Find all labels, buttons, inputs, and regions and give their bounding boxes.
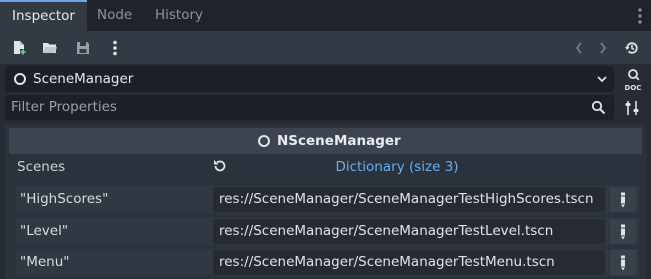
entry-value-field[interactable]: res://SceneManager/SceneManagerTestLevel… (213, 219, 605, 244)
property-options-icon[interactable] (622, 98, 642, 118)
filter-placeholder: Filter Properties (11, 99, 117, 115)
dock-tab-bar: Inspector Node History (0, 0, 651, 31)
entry-key: "Level" (20, 223, 69, 239)
load-resource-icon[interactable] (40, 38, 60, 58)
search-icon (591, 100, 606, 119)
more-menu-icon[interactable] (105, 38, 125, 58)
open-documentation-icon[interactable]: DOC (620, 66, 646, 92)
revert-icon[interactable] (212, 158, 228, 178)
svg-text:DOC: DOC (625, 84, 642, 92)
pencil-icon (621, 224, 625, 240)
node-icon (14, 73, 26, 85)
tab-history-label: History (155, 7, 204, 23)
dock-menu-icon[interactable] (637, 7, 643, 25)
entry-value: res://SceneManager/SceneManagerTestHighS… (219, 191, 594, 207)
tab-inspector-label: Inspector (12, 8, 75, 24)
entry-key: "Menu" (20, 254, 70, 270)
dictionary-entry: "HighScores" res://SceneManager/SceneMan… (16, 186, 639, 213)
entry-value: res://SceneManager/SceneManagerTestLevel… (219, 223, 554, 239)
object-name: SceneManager (33, 71, 134, 87)
section-title: NSceneManager (277, 133, 401, 149)
inspector-toolbar (0, 31, 651, 64)
save-icon[interactable] (73, 38, 93, 58)
dictionary-toggle[interactable]: Dictionary (size 3) (210, 156, 584, 178)
dictionary-summary: Dictionary (size 3) (335, 159, 459, 175)
section-header[interactable]: NSceneManager (9, 128, 642, 154)
entry-value-field[interactable]: res://SceneManager/SceneManagerTestHighS… (213, 187, 605, 212)
pencil-icon (621, 192, 625, 208)
filter-properties-input[interactable]: Filter Properties (5, 95, 614, 120)
node-icon (258, 135, 270, 147)
object-selector[interactable]: SceneManager (5, 66, 614, 92)
property-label-scenes: Scenes (17, 159, 66, 175)
edit-entry-button[interactable] (610, 219, 636, 244)
tab-inspector[interactable]: Inspector (0, 0, 87, 31)
edit-entry-button[interactable] (610, 250, 636, 275)
dictionary-entry: "Menu" res://SceneManager/SceneManagerTe… (16, 249, 639, 276)
history-icon[interactable] (622, 38, 642, 58)
new-resource-icon[interactable] (9, 38, 29, 58)
back-icon[interactable] (569, 38, 589, 58)
forward-icon[interactable] (593, 38, 613, 58)
entry-key: "HighScores" (20, 191, 109, 207)
tab-history[interactable]: History (143, 0, 215, 31)
tab-node[interactable]: Node (85, 0, 144, 31)
entry-value: res://SceneManager/SceneManagerTestMenu.… (219, 254, 555, 270)
entry-value-field[interactable]: res://SceneManager/SceneManagerTestMenu.… (213, 250, 605, 275)
dictionary-entry: "Level" res://SceneManager/SceneManagerT… (16, 218, 639, 245)
chevron-down-icon (596, 73, 608, 89)
tab-node-label: Node (97, 7, 133, 23)
properties-panel: NSceneManager Scenes Dictionary (size 3)… (5, 124, 646, 279)
pencil-icon (621, 255, 625, 271)
edit-entry-button[interactable] (610, 187, 636, 212)
